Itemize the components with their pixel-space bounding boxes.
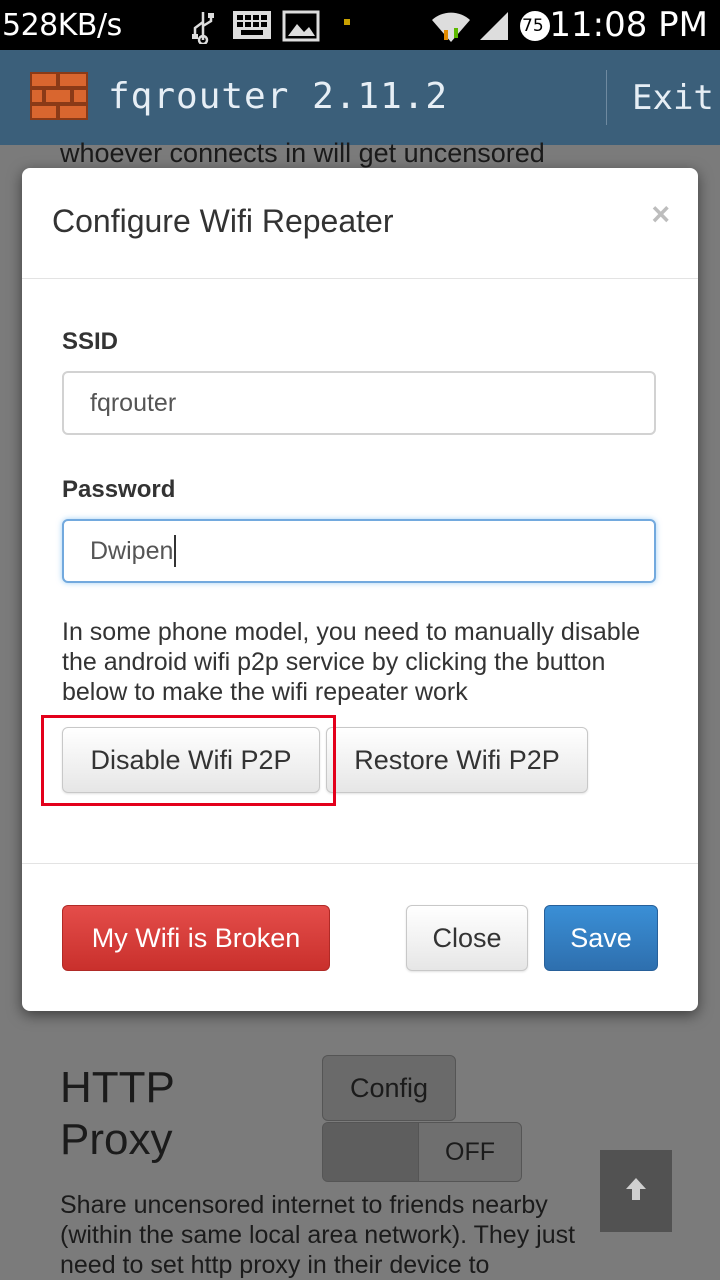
config-button[interactable]: Config (322, 1055, 456, 1121)
save-button[interactable]: Save (544, 905, 658, 971)
restore-wifi-p2p-button[interactable]: Restore Wifi P2P (326, 727, 588, 793)
arrow-up-icon (624, 1176, 648, 1207)
modal-title: Configure Wifi Repeater (52, 203, 394, 239)
http-proxy-toggle[interactable]: OFF (322, 1122, 522, 1182)
notification-dot-icon (344, 14, 352, 32)
toggle-off-label: OFF (419, 1123, 521, 1181)
close-icon[interactable]: × (651, 196, 670, 233)
background-text: whoever connects in will get uncensored (60, 138, 545, 168)
exit-button[interactable]: Exit (632, 78, 714, 118)
usb-icon (190, 10, 216, 49)
password-label: Password (62, 476, 176, 503)
p2p-help-text: In some phone model, you need to manuall… (62, 618, 641, 706)
keyboard-icon (232, 10, 272, 45)
ssid-input[interactable]: fqrouter (62, 371, 656, 435)
app-title: fqrouter 2.11.2 (108, 76, 449, 117)
image-icon (282, 10, 320, 47)
password-input[interactable]: Dwipen (62, 519, 656, 583)
toggle-knob (323, 1123, 419, 1181)
network-speed: 528KB/s (2, 8, 122, 43)
close-button[interactable]: Close (406, 905, 528, 971)
signal-icon (478, 10, 510, 47)
modal-header: Configure Wifi Repeater × (22, 168, 698, 279)
clock: 11:08 PM (549, 5, 708, 45)
wifi-icon (430, 8, 472, 49)
http-proxy-heading: HTTP Proxy (60, 1063, 175, 1164)
my-wifi-is-broken-button[interactable]: My Wifi is Broken (62, 905, 330, 971)
modal-footer-divider (22, 863, 698, 864)
ssid-label: SSID (62, 328, 119, 355)
app-bar: fqrouter 2.11.2 Exit (0, 50, 720, 145)
battery-level: 75 (522, 16, 544, 36)
brick-wall-icon (30, 72, 88, 125)
text-caret (174, 535, 177, 567)
status-bar: 528KB/s 75 11:08 PM (0, 0, 720, 50)
highlight-box (41, 715, 336, 806)
ssid-value: fqrouter (90, 388, 177, 417)
password-value: Dwipen (90, 536, 174, 565)
scroll-to-top-button[interactable] (600, 1150, 672, 1232)
configure-wifi-repeater-dialog: Configure Wifi Repeater × SSID fqrouter … (22, 168, 698, 1011)
http-proxy-description: Share uncensored internet to friends nea… (60, 1191, 576, 1279)
appbar-divider (606, 70, 607, 125)
